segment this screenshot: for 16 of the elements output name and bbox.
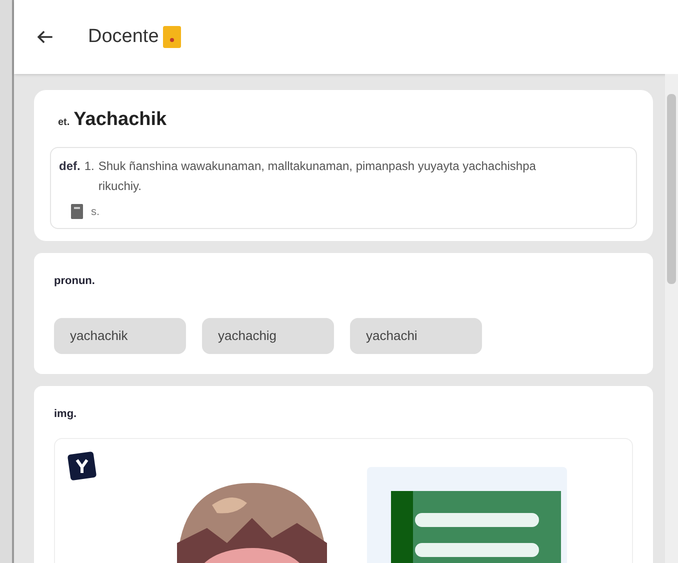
section-label: pronun. xyxy=(54,274,96,289)
section-label: img. xyxy=(54,406,78,422)
pronunciation-chip[interactable]: yachachik xyxy=(54,318,186,354)
scrollbar[interactable] xyxy=(665,74,678,563)
pronunciation-chip[interactable]: yachachig xyxy=(202,318,334,354)
page-title: Docente xyxy=(88,24,159,49)
warning-icon xyxy=(162,26,181,48)
definition-number: 1. xyxy=(84,158,94,174)
pronunciation-chip[interactable]: yachachi xyxy=(350,318,482,354)
definition-label: def. xyxy=(59,158,80,174)
source-text: s. xyxy=(91,204,100,220)
entry-word: Yachachik xyxy=(74,108,167,132)
book-icon xyxy=(71,204,83,220)
definition-text: Shuk ñanshina wawakunaman, malltakunaman, pimanpash yuyayta yachachishpa rikuchiy. xyxy=(98,158,537,194)
logo-icon xyxy=(67,451,97,481)
word-tag: et. xyxy=(58,115,70,130)
